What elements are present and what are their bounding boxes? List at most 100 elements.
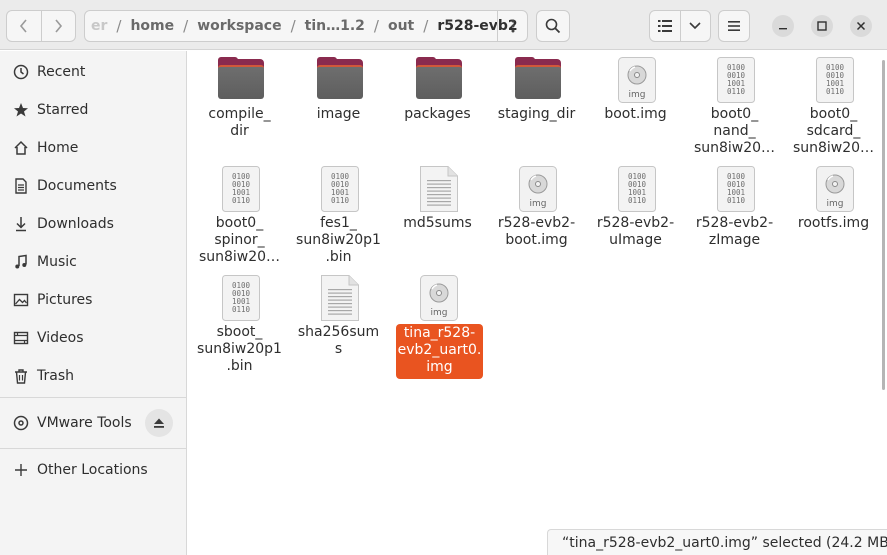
sidebar-item-videos[interactable]: Videos <box>0 319 187 357</box>
sidebar-item-recent[interactable]: Recent <box>0 53 187 91</box>
file-item[interactable]: img rootfs.img <box>784 160 883 265</box>
list-view-icon <box>657 20 672 32</box>
file-name: sha256sum s <box>297 324 380 357</box>
document-icon <box>12 177 30 195</box>
maximize-button[interactable] <box>811 15 833 37</box>
file-item[interactable]: 0100 0010 1001 0110 sboot_ sun8iw20p1 .bin <box>190 269 289 374</box>
sidebar-divider <box>0 448 187 449</box>
file-item[interactable]: 0100 0010 1001 0110 boot0_ sdcard_ sun8iw20… <box>784 51 883 156</box>
sidebar-item-label: Documents <box>37 178 117 194</box>
file-item[interactable]: img r528-evb2- boot.img <box>487 160 586 265</box>
folder-icon <box>416 57 462 99</box>
folder-item[interactable]: packages <box>388 51 487 156</box>
path-crumb-partial[interactable]: er <box>85 18 116 34</box>
sidebar-item-label: Recent <box>37 64 86 80</box>
file-item[interactable]: img boot.img <box>586 51 685 156</box>
file-icon-wrapper <box>317 275 363 321</box>
star-icon <box>12 101 30 119</box>
file-icon-wrapper: 0100 0010 1001 0110 <box>713 166 759 212</box>
path-crumb-out[interactable]: out <box>379 18 423 34</box>
disk-image-icon: img <box>420 275 458 321</box>
scrollbar[interactable] <box>882 60 885 390</box>
sidebar-item-home[interactable]: Home <box>0 129 187 167</box>
clock-icon <box>12 63 30 81</box>
sidebar-item-music[interactable]: Music <box>0 243 187 281</box>
hamburger-menu-icon <box>728 21 740 31</box>
file-name: boot0_ spinor_ sun8iw20… <box>198 215 281 265</box>
chevron-down-icon <box>689 22 701 30</box>
folder-icon <box>218 57 264 99</box>
forward-button[interactable] <box>40 11 76 41</box>
binary-file-icon: 0100001010010110 <box>816 57 854 103</box>
sidebar: Recent Starred Home Documents Downloads … <box>0 51 187 555</box>
main-menu-button[interactable] <box>718 10 750 42</box>
sidebar-item-downloads[interactable]: Downloads <box>0 205 187 243</box>
list-view-button[interactable] <box>650 11 680 41</box>
picture-icon <box>12 291 30 309</box>
svg-text:0110: 0110 <box>331 196 350 205</box>
text-file-icon <box>420 166 458 212</box>
path-menu-button[interactable] <box>497 11 527 41</box>
file-name: staging_dir <box>497 106 576 122</box>
sidebar-item-starred[interactable]: Starred <box>0 91 187 129</box>
minimize-button[interactable] <box>772 15 794 37</box>
status-text: “tina_r528-evb2_uart0.img” selected (24.… <box>562 534 887 551</box>
file-item[interactable]: 0100 0010 1001 0110 r528-evb2- zImage <box>685 160 784 265</box>
chevron-left-icon <box>19 19 27 33</box>
folder-item[interactable]: staging_dir <box>487 51 586 156</box>
svg-text:0110: 0110 <box>826 87 845 96</box>
svg-text:img: img <box>827 199 844 209</box>
binary-file-icon: 0100001010010110 <box>717 166 755 212</box>
folder-item[interactable]: image <box>289 51 388 156</box>
vertical-dots-icon <box>511 19 514 33</box>
file-name: compile_ dir <box>208 106 271 139</box>
svg-text:0110: 0110 <box>727 87 746 96</box>
path-bar: er / home / workspace / tin…1.2 / out / … <box>84 10 528 42</box>
sidebar-item-label: Music <box>37 254 77 270</box>
view-toggle <box>649 10 711 42</box>
chevron-right-icon <box>55 19 63 33</box>
search-icon <box>545 18 561 34</box>
view-options-button[interactable] <box>679 11 711 41</box>
file-icon-wrapper <box>515 57 561 103</box>
file-name: packages <box>404 106 471 122</box>
file-item[interactable]: 0100 0010 1001 0110 boot0_ spinor_ sun8iw20… <box>190 160 289 265</box>
file-name: boot.img <box>604 106 667 122</box>
sidebar-item-pictures[interactable]: Pictures <box>0 281 187 319</box>
svg-text:img: img <box>530 199 547 209</box>
path-crumb-tina[interactable]: tin…1.2 <box>296 18 374 34</box>
file-icon-wrapper: img <box>416 275 462 321</box>
sidebar-item-other-locations[interactable]: Other Locations <box>0 451 187 489</box>
file-icon-wrapper <box>416 166 462 212</box>
folder-icon <box>317 57 363 99</box>
path-crumb-workspace[interactable]: workspace <box>188 18 290 34</box>
close-icon <box>856 21 866 31</box>
sidebar-item-trash[interactable]: Trash <box>0 357 187 395</box>
eject-button[interactable] <box>145 409 173 437</box>
file-name: boot0_ nand_ sun8iw20… <box>693 106 776 156</box>
file-name: sboot_ sun8iw20p1 .bin <box>197 324 282 374</box>
file-item[interactable]: md5sums <box>388 160 487 265</box>
folder-icon <box>515 57 561 99</box>
file-name: fes1_ sun8iw20p1 .bin <box>296 215 381 265</box>
close-button[interactable] <box>850 15 872 37</box>
file-item[interactable]: 0100 0010 1001 0110 boot0_ nand_ sun8iw20… <box>685 51 784 156</box>
maximize-icon <box>817 21 827 31</box>
sidebar-item-documents[interactable]: Documents <box>0 167 187 205</box>
svg-text:0110: 0110 <box>727 196 746 205</box>
file-item[interactable]: sha256sum s <box>289 269 388 374</box>
file-grid: compile_ dir image packages staging_dir img b… <box>188 51 887 555</box>
file-item[interactable]: img tina_r528- evb2_uart0. img <box>388 269 487 379</box>
download-icon <box>12 215 30 233</box>
path-crumb-home[interactable]: home <box>121 18 183 34</box>
back-button[interactable] <box>7 11 41 41</box>
sidebar-item-label: Trash <box>37 368 74 384</box>
binary-file-icon: 0100001010010110 <box>222 166 260 212</box>
disk-image-icon: img <box>816 166 854 212</box>
search-button[interactable] <box>536 10 570 42</box>
folder-item[interactable]: compile_ dir <box>190 51 289 156</box>
file-icon-wrapper: 0100 0010 1001 0110 <box>218 275 264 321</box>
file-name: rootfs.img <box>797 215 870 231</box>
file-item[interactable]: 0100 0010 1001 0110 r528-evb2- uImage <box>586 160 685 265</box>
file-item[interactable]: 0100 0010 1001 0110 fes1_ sun8iw20p1 .bin <box>289 160 388 265</box>
